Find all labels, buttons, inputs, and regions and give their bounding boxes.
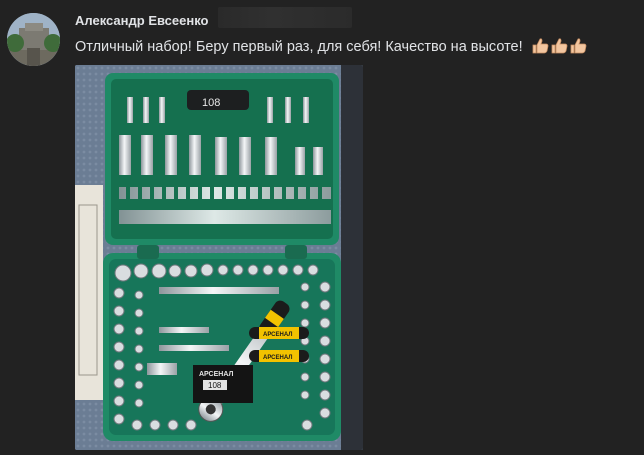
svg-text:108: 108 <box>208 381 222 390</box>
author-name[interactable]: Александр Евсеенко <box>75 13 208 28</box>
reaction-emojis <box>531 36 589 58</box>
review-text-line: Отличный набор! Беру первый раз, для себ… <box>75 36 589 58</box>
review-photo[interactable]: 108 АРСЕНАЛ АРСЕНАЛ АРСЕНАЛ 108 <box>75 65 363 450</box>
thumbs-up-icon <box>532 38 587 54</box>
tool-set-image: 108 АРСЕНАЛ АРСЕНАЛ АРСЕНАЛ 108 <box>75 65 363 450</box>
svg-text:АРСЕНАЛ: АРСЕНАЛ <box>199 371 233 378</box>
avatar[interactable] <box>7 13 60 66</box>
svg-text:АРСЕНАЛ: АРСЕНАЛ <box>263 355 292 361</box>
blurred-date <box>218 7 352 28</box>
review-text: Отличный набор! Беру первый раз, для себ… <box>75 39 523 55</box>
avatar-photo <box>7 13 60 66</box>
svg-text:АРСЕНАЛ: АРСЕНАЛ <box>263 332 292 338</box>
svg-text:108: 108 <box>202 97 220 109</box>
